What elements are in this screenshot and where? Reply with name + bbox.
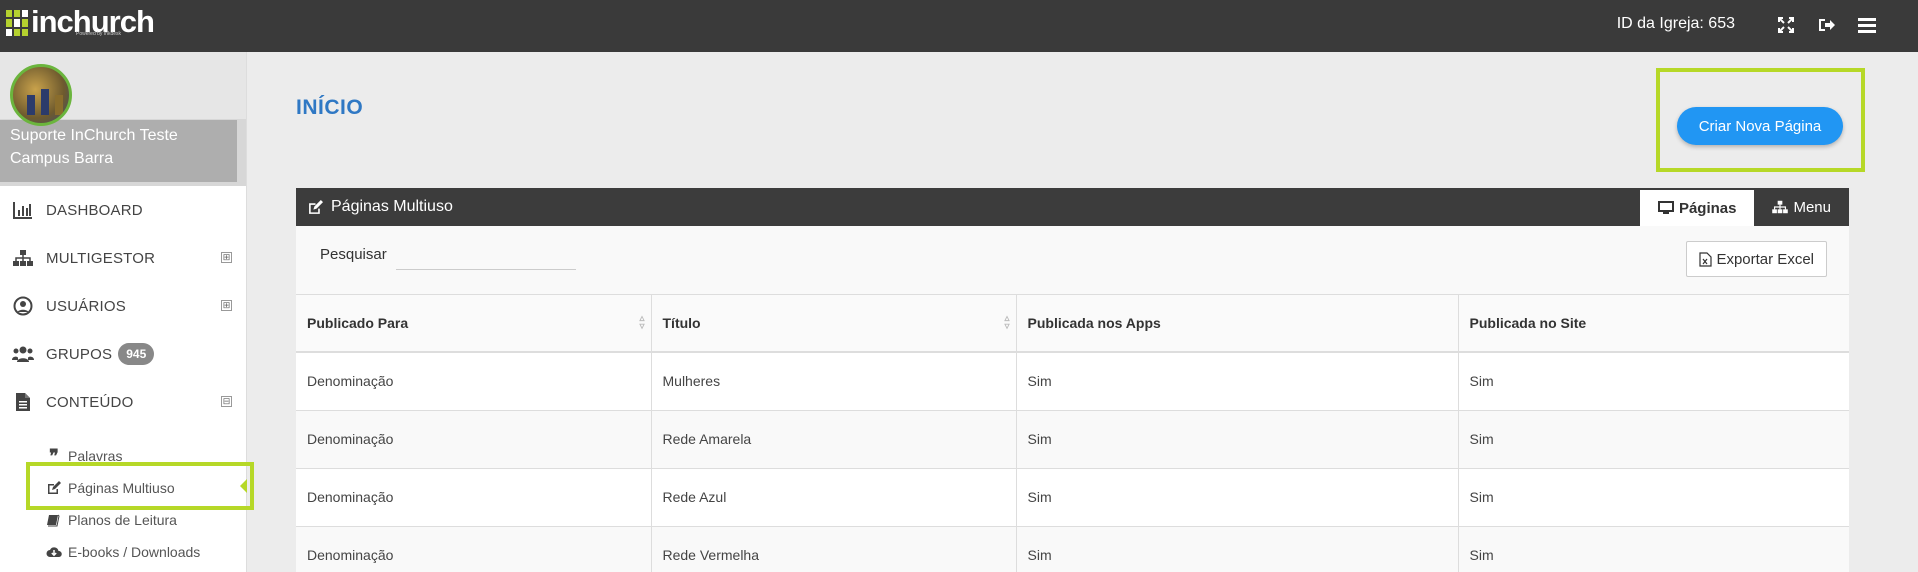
sitemap-icon: [12, 247, 34, 269]
logo-grid-icon: [6, 10, 28, 36]
sidebar-nav: DASHBOARD MULTIGESTOR ⊞ USUÁRIOS ⊞ GRUPO…: [0, 186, 246, 426]
book-icon: [46, 513, 62, 527]
table-cell: Denominação: [296, 468, 652, 527]
sidebar-item-label: MULTIGESTOR: [46, 249, 156, 267]
sidebar-item-label: CONTEÚDO: [46, 393, 134, 411]
table-cell: Rede Vermelha: [651, 526, 1017, 572]
edit-icon: [309, 199, 323, 214]
profile-name-line1: Suporte InChurch Teste: [10, 127, 178, 144]
table-cell: Sim: [1458, 526, 1849, 572]
tab-paginas[interactable]: Páginas: [1639, 190, 1755, 226]
table-row[interactable]: Denominação Rede Azul Sim Sim: [296, 468, 1849, 527]
export-excel-button[interactable]: Exportar Excel: [1686, 241, 1827, 277]
profile-name[interactable]: Suporte InChurch Teste Campus Barra: [0, 120, 237, 182]
tab-label: Menu: [1793, 198, 1831, 216]
table-cell: Sim: [1016, 352, 1459, 411]
expand-icon[interactable]: [1775, 14, 1797, 36]
table-cell: Sim: [1458, 410, 1849, 469]
table-cell: Sim: [1016, 468, 1459, 527]
table-cell: Sim: [1016, 526, 1459, 572]
panel-title: Páginas Multiuso: [308, 198, 453, 216]
expand-plus-icon[interactable]: ⊞: [221, 300, 232, 311]
profile-card: Suporte InChurch Teste Campus Barra: [0, 52, 246, 186]
collapse-minus-icon[interactable]: ⊟: [221, 396, 232, 407]
table-cell: Rede Amarela: [651, 410, 1017, 469]
column-header-titulo[interactable]: Título ▵ ▿: [651, 295, 1017, 353]
logout-icon[interactable]: [1815, 14, 1837, 36]
church-id: ID da Igreja: 653: [1616, 15, 1735, 32]
table-cell: Mulheres: [651, 352, 1017, 411]
table-toolbar: Pesquisar Exportar Excel: [296, 226, 1849, 295]
tab-menu[interactable]: Menu: [1754, 188, 1849, 226]
column-header-publicada-site: Publicada no Site: [1458, 295, 1849, 353]
hamburger-menu-icon[interactable]: [1856, 14, 1878, 36]
bar-chart-icon: [12, 199, 34, 221]
table-cell: Sim: [1458, 352, 1849, 411]
table-header-row: Publicado Para ▵ ▿ Título ▵ ▿ Publicada no…: [296, 295, 1849, 353]
search-label: Pesquisar: [320, 246, 387, 263]
table-row[interactable]: Denominação Mulheres Sim Sim: [296, 352, 1849, 411]
expand-plus-icon[interactable]: ⊞: [221, 252, 232, 263]
sort-icon[interactable]: ▵ ▿: [1004, 314, 1009, 332]
profile-name-line2: Campus Barra: [10, 150, 114, 167]
excel-file-icon: [1699, 251, 1713, 267]
search-input[interactable]: [396, 240, 576, 270]
active-item-highlight: [26, 462, 254, 510]
subnav-item-label: Planos de Leitura: [68, 512, 177, 528]
subnav-item-ebooks-downloads[interactable]: E-books / Downloads: [46, 536, 246, 568]
sidebar-item-label: DASHBOARD: [46, 201, 143, 219]
pages-table: Publicado Para ▵ ▿ Título ▵ ▿ Publicada no…: [296, 295, 1849, 572]
export-label: Exportar Excel: [1716, 250, 1814, 268]
sidebar-item-dashboard[interactable]: DASHBOARD: [0, 186, 246, 234]
table-cell: Denominação: [296, 352, 652, 411]
table-cell: Denominação: [296, 526, 652, 572]
column-header-publicado-para[interactable]: Publicado Para ▵ ▿: [296, 295, 652, 353]
panel-header: Páginas Multiuso Páginas Menu: [296, 188, 1849, 226]
desktop-icon: [1657, 201, 1674, 214]
create-new-page-button[interactable]: Criar Nova Página: [1677, 107, 1843, 145]
sidebar-item-usuarios[interactable]: USUÁRIOS ⊞: [0, 282, 246, 330]
table-cell: Rede Azul: [651, 468, 1017, 527]
user-circle-icon: [12, 295, 34, 317]
page-title: INÍCIO: [296, 96, 364, 119]
panel-tabs: Páginas Menu: [1639, 188, 1849, 226]
sidebar-item-label: USUÁRIOS: [46, 297, 126, 315]
sidebar-item-label: GRUPOS: [46, 345, 113, 363]
top-bar: inchurch Powered by Inkdesk ID da Igreja…: [0, 0, 1918, 52]
groups-count-badge: 945: [118, 343, 155, 365]
multiuse-pages-panel: Páginas Multiuso Páginas Menu Pesquisar …: [296, 188, 1849, 572]
sidebar-item-multigestor[interactable]: MULTIGESTOR ⊞: [0, 234, 246, 282]
column-header-publicada-apps: Publicada nos Apps: [1016, 295, 1459, 353]
table-cell: Denominação: [296, 410, 652, 469]
table-cell: Sim: [1016, 410, 1459, 469]
file-icon: [12, 391, 34, 413]
table-row[interactable]: Denominação Rede Amarela Sim Sim: [296, 410, 1849, 469]
tab-label: Páginas: [1678, 199, 1737, 217]
table-cell: Sim: [1458, 468, 1849, 527]
sort-icon[interactable]: ▵ ▿: [639, 314, 644, 332]
sitemap-icon: [1772, 200, 1789, 214]
sidebar-item-grupos[interactable]: GRUPOS 945: [0, 330, 246, 378]
cloud-download-icon: [46, 546, 62, 558]
users-icon: [12, 343, 34, 365]
logo-subtitle: Powered by Inkdesk: [76, 31, 122, 37]
panel-title-text: Páginas Multiuso: [331, 198, 453, 215]
active-caret-icon: [240, 479, 247, 493]
subnav-item-label: E-books / Downloads: [68, 544, 201, 560]
table-row[interactable]: Denominação Rede Vermelha Sim Sim: [296, 526, 1849, 572]
avatar[interactable]: [10, 64, 72, 126]
sidebar-item-conteudo[interactable]: CONTEÚDO ⊟: [0, 378, 246, 426]
